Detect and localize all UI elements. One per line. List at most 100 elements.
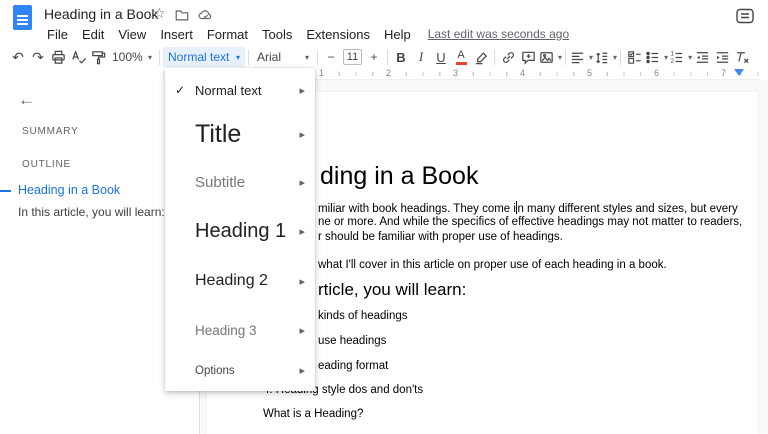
toolbar-separator xyxy=(620,50,621,65)
comment-history-icon xyxy=(735,7,755,25)
line-spacing-icon xyxy=(593,49,610,66)
clear-formatting-button[interactable] xyxy=(732,47,752,67)
bold-button[interactable]: B xyxy=(391,47,411,67)
ruler-number: 4 xyxy=(517,68,528,78)
styles-select[interactable]: Normal text▾ xyxy=(163,47,245,67)
right-indent-marker[interactable] xyxy=(734,69,744,76)
summary-label: SUMMARY xyxy=(22,126,79,137)
svg-text:1: 1 xyxy=(671,50,675,57)
doc-heading-fragment: ding in a Book xyxy=(320,162,478,191)
ruler-number: 2 xyxy=(383,68,394,78)
ruler-number: 7 xyxy=(718,68,729,78)
insert-image-button[interactable]: ▾ xyxy=(538,47,562,67)
style-option-heading-2[interactable]: Heading 2 ▸ xyxy=(165,256,315,306)
undo-button[interactable]: ↶ xyxy=(8,47,28,67)
menu-tools[interactable]: Tools xyxy=(255,27,299,42)
underline-button[interactable]: U xyxy=(431,47,451,67)
font-size-input[interactable]: 11 xyxy=(343,49,362,65)
toolbar-separator xyxy=(317,50,318,65)
decrease-font-size-button[interactable]: − xyxy=(321,47,341,67)
caret-down-icon: ▾ xyxy=(236,53,240,62)
style-option-heading-1[interactable]: Heading 1 ▸ xyxy=(165,206,315,256)
doc-list-item: use headings xyxy=(318,335,386,347)
doc-list-item: eading format xyxy=(318,360,388,372)
menu-help[interactable]: Help xyxy=(377,27,418,42)
doc-paragraph-line: ne or more. And while the specifics of e… xyxy=(318,216,742,228)
increase-indent-button[interactable] xyxy=(712,47,732,67)
caret-down-icon: ▾ xyxy=(613,53,617,62)
italic-button[interactable]: I xyxy=(411,47,431,67)
line-spacing-button[interactable]: ▾ xyxy=(593,47,617,67)
numbered-list-icon: 12 xyxy=(668,49,685,66)
highlight-color-button[interactable] xyxy=(471,47,491,67)
spellcheck-icon xyxy=(70,49,87,66)
doc-subheading-fragment: rticle, you will learn: xyxy=(318,280,466,300)
increase-indent-icon xyxy=(714,49,731,66)
toolbar: ↶ ↷ 100%▾ Normal text▾ Arial▾ − 11 + B I… xyxy=(0,46,768,68)
folder-icon xyxy=(174,7,190,23)
doc-list-item: kinds of headings xyxy=(318,310,408,322)
document-title[interactable]: Heading in a Book xyxy=(44,6,158,22)
toolbar-separator xyxy=(387,50,388,65)
ruler-number: 3 xyxy=(450,68,461,78)
menu-extensions[interactable]: Extensions xyxy=(299,27,377,42)
outline-label: OUTLINE xyxy=(22,159,71,170)
style-option-normal-text[interactable]: ✓ Normal text ▸ xyxy=(165,70,315,110)
menu-format[interactable]: Format xyxy=(200,27,255,42)
text-color-button[interactable]: A xyxy=(451,47,471,67)
outline-item-article[interactable]: In this article, you will learn: xyxy=(18,205,165,219)
submenu-arrow-icon: ▸ xyxy=(299,324,305,337)
comment-history-button[interactable] xyxy=(734,6,756,26)
style-option-title[interactable]: Title ▸ xyxy=(165,110,315,158)
print-button[interactable] xyxy=(48,47,68,67)
submenu-arrow-icon: ▸ xyxy=(299,275,305,288)
ruler-number: 1 xyxy=(316,68,327,78)
add-comment-button[interactable] xyxy=(518,47,538,67)
align-button[interactable]: ▾ xyxy=(569,47,593,67)
ruler-number: 6 xyxy=(651,68,662,78)
caret-down-icon: ▾ xyxy=(305,53,309,62)
increase-font-size-button[interactable]: + xyxy=(364,47,384,67)
numbered-list-button[interactable]: 12 ▾ xyxy=(668,47,692,67)
doc-paragraph-line: what I'll cover in this article on prope… xyxy=(318,259,667,271)
toolbar-separator xyxy=(248,50,249,65)
submenu-arrow-icon: ▸ xyxy=(299,176,305,189)
star-icon[interactable]: ☆ xyxy=(153,5,166,22)
style-option-options[interactable]: Options ▸ xyxy=(165,354,315,387)
submenu-arrow-icon: ▸ xyxy=(299,225,305,238)
menu-file[interactable]: File xyxy=(40,27,75,42)
decrease-indent-button[interactable] xyxy=(692,47,712,67)
insert-link-button[interactable] xyxy=(498,47,518,67)
spellcheck-button[interactable] xyxy=(68,47,88,67)
style-option-subtitle[interactable]: Subtitle ▸ xyxy=(165,158,315,206)
zoom-select[interactable]: 100%▾ xyxy=(108,47,156,67)
close-outline-button[interactable]: ← xyxy=(18,90,35,110)
doc-list-item: What is a Heading? xyxy=(263,408,363,420)
svg-text:2: 2 xyxy=(671,58,675,65)
redo-button[interactable]: ↷ xyxy=(28,47,48,67)
menu-edit[interactable]: Edit xyxy=(75,27,111,42)
style-option-heading-3[interactable]: Heading 3 ▸ xyxy=(165,306,315,354)
paint-roller-icon xyxy=(90,49,107,66)
clear-formatting-icon xyxy=(734,49,751,66)
menu-insert[interactable]: Insert xyxy=(153,27,200,42)
check-icon: ✓ xyxy=(175,83,185,97)
menu-bar: File Edit View Insert Format Tools Exten… xyxy=(40,24,569,44)
google-docs-window: Heading in a Book ☆ File Edit View Inser… xyxy=(0,0,768,434)
paint-format-button[interactable] xyxy=(88,47,108,67)
outline-item-heading[interactable]: Heading in a Book xyxy=(18,183,120,197)
toolbar-separator xyxy=(159,50,160,65)
bulleted-list-button[interactable]: ▾ xyxy=(644,47,668,67)
ruler-number: 5 xyxy=(584,68,595,78)
last-edit-link[interactable]: Last edit was seconds ago xyxy=(428,27,569,41)
highlight-icon xyxy=(473,49,490,66)
print-icon xyxy=(50,49,67,66)
checklist-button[interactable] xyxy=(624,47,644,67)
docs-logo-icon[interactable] xyxy=(13,5,32,30)
doc-paragraph-line: r should be familiar with proper use of … xyxy=(318,231,563,243)
menu-view[interactable]: View xyxy=(111,27,153,42)
doc-paragraph-line: miliar with book headings. They come in … xyxy=(318,201,738,215)
image-icon xyxy=(538,49,555,66)
align-left-icon xyxy=(569,49,586,66)
font-select[interactable]: Arial▾ xyxy=(252,47,314,67)
